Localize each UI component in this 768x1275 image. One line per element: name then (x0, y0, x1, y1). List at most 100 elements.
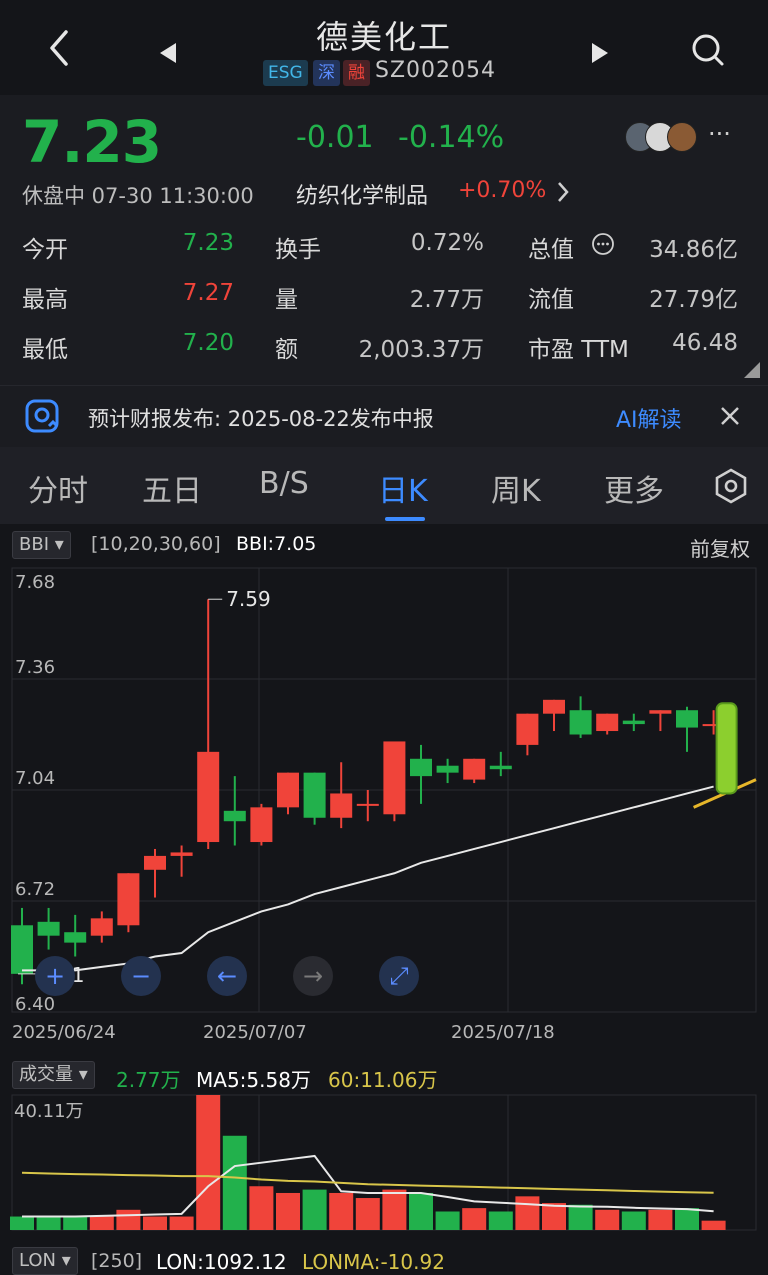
sector-change: +0.70% (458, 178, 547, 203)
high-label: 最高 (22, 287, 68, 313)
candle-body (11, 925, 33, 974)
y-tick-label: 7.04 (15, 768, 55, 789)
indicator-name: BBI (19, 534, 50, 555)
stock-code: SZ002054 (375, 58, 497, 83)
volume-bar (542, 1203, 566, 1230)
amount-value: 2,003.37万 (358, 337, 484, 363)
volume-bar (329, 1192, 354, 1230)
esg-badge: ESG (263, 60, 308, 86)
volume-bar (648, 1209, 673, 1230)
more-icon[interactable]: ··· (708, 120, 731, 148)
expand-corner-icon[interactable] (744, 362, 760, 382)
price-change-pct: -0.14% (398, 120, 505, 155)
candle-body (489, 765, 512, 770)
zoom-in-icon[interactable]: + (35, 956, 75, 996)
indicator-name: LON (19, 1250, 57, 1271)
pan-left-icon[interactable]: ← (207, 956, 247, 996)
ai-interpret-button[interactable]: AI解读 (616, 402, 682, 434)
tab-five-day[interactable]: 五日 (142, 466, 202, 510)
candle-body (356, 803, 379, 806)
candle-body (543, 699, 565, 714)
pan-right-icon[interactable]: → (293, 956, 333, 996)
volume-bar (276, 1192, 300, 1230)
turnover-value: 0.72% (410, 230, 484, 256)
volume-bar (249, 1186, 274, 1230)
volume-bar (675, 1208, 699, 1230)
stock-title: 德美化工 (315, 18, 452, 56)
candle-body (676, 710, 698, 728)
header: 德美化工 ESG 深 融 SZ002054 (0, 0, 768, 95)
volume-bar (222, 1135, 247, 1230)
candle-body (622, 720, 645, 725)
float-cap-value: 27.79亿 (649, 287, 738, 313)
volume-bar (355, 1198, 380, 1230)
margin-badge: 融 (343, 60, 370, 86)
adjust-mode[interactable]: 前复权 (690, 533, 750, 562)
volume-ma60-line (21, 1171, 714, 1194)
avatar-group[interactable] (625, 122, 701, 152)
volume-bar (89, 1216, 114, 1230)
y-tick-label: 7.68 (15, 572, 55, 593)
sector-link[interactable]: 纺织化学制品 (296, 178, 428, 210)
tab-daily-k[interactable]: 日K (378, 466, 428, 510)
volume-bar (621, 1211, 646, 1230)
avatar (667, 122, 697, 152)
open-label: 今开 (22, 237, 68, 263)
exchange-badge: 深 (313, 60, 340, 86)
x-tick-label: 2025/07/18 (451, 1022, 555, 1043)
bbi-value: BBI:7.05 (236, 533, 317, 555)
volume-bar (435, 1211, 460, 1230)
high-value: 7.27 (182, 280, 234, 306)
lon-indicator-select[interactable]: LON ▾ (12, 1247, 78, 1275)
zoom-out-icon[interactable]: − (121, 956, 161, 996)
volume-bar (10, 1216, 34, 1230)
triangle-right-icon[interactable] (590, 38, 610, 73)
candle-body (596, 713, 619, 732)
control-glyph: + (45, 962, 65, 990)
search-icon[interactable] (690, 32, 726, 76)
y-tick-label: 7.36 (15, 657, 55, 678)
volume-bar (169, 1216, 194, 1230)
volume-bar (595, 1209, 620, 1230)
high-label: 7.59 (226, 587, 271, 611)
candle-body (410, 758, 432, 777)
candle-body (223, 810, 246, 822)
main-indicator-select[interactable]: BBI ▾ (12, 531, 71, 559)
low-value: 7.20 (182, 330, 234, 356)
control-glyph: ⤢ (389, 962, 408, 990)
low-label: 最低 (22, 337, 68, 363)
volume-bar (462, 1208, 487, 1230)
close-icon[interactable] (719, 405, 741, 431)
market-cap-value: 34.86亿 (649, 237, 738, 263)
candle-body (64, 932, 87, 943)
chevron-right-icon[interactable] (556, 180, 570, 208)
candle-body (250, 807, 273, 843)
reset-icon[interactable]: ⤢ (379, 956, 419, 996)
bbi-params: [10,20,30,60] (91, 533, 221, 555)
x-tick-label: 2025/07/07 (203, 1022, 307, 1043)
kline-chart[interactable]: 7.687.367.046.726.407.596.51+−←→⤢2025/06… (0, 560, 768, 1250)
volume-bar (36, 1216, 61, 1230)
info-icon[interactable] (591, 232, 615, 260)
candle-body (330, 793, 353, 818)
candle-body (37, 921, 60, 936)
candle-body (170, 852, 193, 856)
highlight-marker (715, 702, 738, 795)
lon-value: LON:1092.12 (156, 1250, 287, 1274)
control-glyph: → (303, 962, 323, 990)
volume-max-label: 40.11万 (14, 1101, 84, 1122)
volume-bar (488, 1211, 513, 1230)
tab-more[interactable]: 更多 (604, 466, 664, 510)
volume-bar (143, 1216, 167, 1230)
calendar-bell-icon (24, 398, 62, 440)
volume-bar (515, 1196, 540, 1230)
control-glyph: − (131, 962, 151, 990)
tab-weekly-k[interactable]: 周K (491, 466, 541, 510)
candle-body (90, 918, 113, 936)
tab-bs[interactable]: B/S (259, 466, 309, 501)
last-price: 7.23 (22, 108, 162, 176)
candle-body (117, 873, 140, 926)
x-tick-label: 2025/06/24 (12, 1022, 116, 1043)
settings-icon[interactable] (714, 468, 748, 508)
tab-intraday[interactable]: 分时 (28, 466, 88, 510)
